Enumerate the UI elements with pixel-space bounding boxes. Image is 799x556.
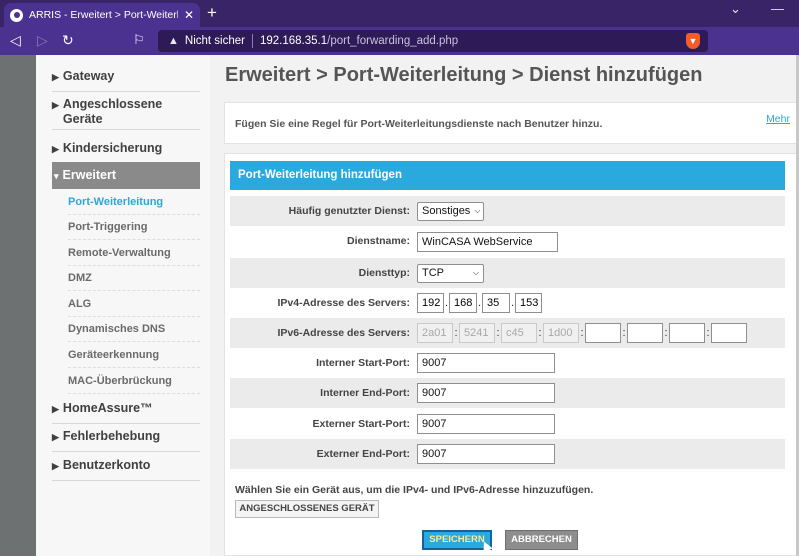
reload-icon[interactable]: ↻ bbox=[62, 32, 74, 49]
row-external-start-port: Externer Start-Port: 9007 bbox=[230, 409, 785, 439]
tab-title: ARRIS - Erweitert > Port-Weiterle bbox=[29, 9, 178, 21]
ipv4-label: IPv4-Adresse des Servers: bbox=[277, 297, 411, 309]
port-forwarding-form: Port-Weiterleitung hinzufügen Häufig gen… bbox=[224, 153, 799, 556]
row-service-type: Diensttyp: TCP ⌵ bbox=[230, 258, 785, 288]
ipv6-label: IPv6-Adresse des Servers: bbox=[277, 327, 411, 339]
service-name-input[interactable]: WinCASA WebService bbox=[417, 232, 558, 252]
sidebar-subitem-dynamic-dns[interactable]: Dynamisches DNS bbox=[68, 323, 200, 342]
brave-shield-icon[interactable]: ▼ bbox=[686, 33, 700, 49]
ipv6-segment-1: 2a01 bbox=[417, 323, 453, 343]
row-common-service: Häufig genutzter Dienst: Sonstiges ⌵ bbox=[230, 196, 785, 226]
external-start-port-label: Externer Start-Port: bbox=[312, 418, 410, 430]
ipv6-field: 2a01:5241: c45:1d00:::: bbox=[417, 323, 747, 343]
ipv4-octet-4[interactable]: 153 bbox=[515, 293, 542, 313]
sidebar-item-parental-control[interactable]: ▶ Kindersicherung bbox=[52, 140, 200, 163]
ipv4-octet-1[interactable]: 192 bbox=[417, 293, 444, 313]
device-hint-text: Wählen Sie ein Gerät aus, um die IPv4- u… bbox=[235, 484, 594, 496]
row-ipv4: IPv4-Adresse des Servers: 192. 168. 35. 153 bbox=[230, 288, 785, 318]
sidebar-item-user-account[interactable]: ▶ Benutzerkonto bbox=[52, 457, 200, 481]
sidebar-item-connected-devices[interactable]: ▶ Angeschlossene Geräte bbox=[52, 97, 200, 130]
internal-start-port-input[interactable]: 9007 bbox=[417, 353, 555, 373]
tab-close-icon[interactable]: ✕ bbox=[184, 8, 194, 22]
ipv6-segment-4: 1d00 bbox=[543, 323, 579, 343]
ipv6-segment-8[interactable] bbox=[711, 323, 747, 343]
ipv4-field: 192. 168. 35. 153 bbox=[417, 293, 542, 313]
ipv6-segment-2: 5241 bbox=[459, 323, 495, 343]
page-left-margin bbox=[0, 55, 36, 556]
url-path: /port_forwarding_add.php bbox=[327, 35, 459, 47]
browser-toolbar: ◁ ▷ ↻ ⚐ ▲ Nicht sicher 192.168.35.1 /por… bbox=[0, 27, 799, 55]
chevron-right-icon: ▶ bbox=[52, 432, 59, 442]
sidebar-item-troubleshooting[interactable]: ▶ Fehlerbehebung bbox=[52, 428, 200, 452]
url-separator bbox=[251, 34, 253, 48]
url-host: 192.168.35.1 bbox=[259, 35, 328, 47]
browser-tab[interactable]: ARRIS - Erweitert > Port-Weiterle ✕ bbox=[4, 3, 200, 27]
internal-end-port-input[interactable]: 9007 bbox=[417, 383, 555, 403]
internal-end-port-label: Interner End-Port: bbox=[320, 387, 410, 399]
ipv6-segment-6[interactable] bbox=[627, 323, 663, 343]
common-service-select[interactable]: Sonstiges ⌵ bbox=[417, 201, 484, 221]
row-service-name: Dienstname: WinCASA WebService bbox=[230, 226, 785, 256]
chevron-right-icon: ▶ bbox=[52, 100, 59, 110]
chevron-down-icon: ⌵ bbox=[474, 206, 481, 215]
ipv6-segment-7[interactable] bbox=[669, 323, 705, 343]
bookmark-icon[interactable]: ⚐ bbox=[133, 32, 145, 48]
info-text: Fügen Sie eine Regel für Port-Weiterleit… bbox=[235, 118, 603, 130]
cancel-button[interactable]: ABBRECHEN bbox=[505, 530, 578, 550]
ipv4-octet-3[interactable]: 35 bbox=[482, 293, 510, 313]
sidebar-subitem-port-forwarding[interactable]: Port-Weiterleitung bbox=[68, 196, 200, 215]
ipv6-segment-5[interactable] bbox=[585, 323, 621, 343]
minimize-icon[interactable]: — bbox=[771, 1, 784, 16]
info-box: Fügen Sie eine Regel für Port-Weiterleit… bbox=[224, 102, 799, 144]
chevron-right-icon: ▶ bbox=[52, 72, 59, 82]
ipv6-segment-3: c45 bbox=[501, 323, 537, 343]
page-title: Erweitert > Port-Weiterleitung > Dienst … bbox=[225, 64, 703, 86]
row-internal-start-port: Interner Start-Port: 9007 bbox=[230, 348, 785, 378]
sidebar-item-homeassure[interactable]: ▶ HomeAssure™ bbox=[52, 400, 200, 424]
chevron-down-icon[interactable]: ⌄ bbox=[730, 1, 741, 17]
external-start-port-input[interactable]: 9007 bbox=[417, 414, 555, 434]
sidebar-item-advanced[interactable]: ▾ Erweitert bbox=[52, 162, 200, 189]
arris-favicon-icon bbox=[10, 8, 23, 22]
security-label: Nicht sicher bbox=[184, 35, 245, 47]
new-tab-button[interactable]: + bbox=[207, 3, 217, 23]
chevron-right-icon: ▶ bbox=[52, 461, 59, 471]
service-name-label: Dienstname: bbox=[346, 235, 410, 247]
more-link[interactable]: Mehr bbox=[766, 113, 790, 125]
sidebar-subitem-mac-bridging[interactable]: MAC-Überbrückung bbox=[68, 375, 200, 394]
external-end-port-label: Externer End-Port: bbox=[316, 448, 410, 460]
sidebar-subitem-port-triggering[interactable]: Port-Triggering bbox=[68, 221, 200, 240]
chevron-down-icon: ▾ bbox=[54, 171, 59, 181]
ipv4-octet-2[interactable]: 168 bbox=[449, 293, 477, 313]
chevron-down-icon: ⌵ bbox=[472, 268, 479, 277]
row-internal-end-port: Interner End-Port: 9007 bbox=[230, 378, 785, 408]
external-end-port-input[interactable]: 9007 bbox=[417, 444, 555, 464]
service-type-select[interactable]: TCP ⌵ bbox=[417, 263, 484, 283]
row-external-end-port: Externer End-Port: 9007 bbox=[230, 439, 785, 469]
forward-icon[interactable]: ▷ bbox=[37, 32, 48, 49]
chevron-right-icon: ▶ bbox=[52, 404, 59, 414]
sidebar: ▶ Gateway ▶ Angeschlossene Geräte ▶ Kinders… bbox=[36, 55, 210, 556]
sidebar-subitem-remote-management[interactable]: Remote-Verwaltung bbox=[68, 247, 200, 266]
connected-device-button[interactable]: ANGESCHLOSSENES GERÄT bbox=[235, 500, 379, 518]
sidebar-item-gateway[interactable]: ▶ Gateway bbox=[52, 68, 200, 92]
chevron-right-icon: ▶ bbox=[52, 144, 59, 154]
internal-start-port-label: Interner Start-Port: bbox=[316, 357, 410, 369]
sidebar-subitem-alg[interactable]: ALG bbox=[68, 298, 200, 317]
main-content: Erweitert > Port-Weiterleitung > Dienst … bbox=[210, 55, 799, 556]
warning-icon: ▲ bbox=[168, 35, 179, 47]
sidebar-subitem-dmz[interactable]: DMZ bbox=[68, 272, 200, 291]
address-bar[interactable]: ▲ Nicht sicher 192.168.35.1 /port_forwar… bbox=[158, 30, 708, 52]
sidebar-subitem-device-discovery[interactable]: Geräteerkennung bbox=[68, 349, 200, 368]
common-service-label: Häufig genutzter Dienst: bbox=[288, 205, 410, 217]
service-type-label: Diensttyp: bbox=[358, 267, 410, 279]
row-ipv6: IPv6-Adresse des Servers: 2a01:5241: c45:… bbox=[230, 318, 785, 348]
form-header: Port-Weiterleitung hinzufügen bbox=[230, 161, 785, 190]
browser-tab-bar: ARRIS - Erweitert > Port-Weiterle ✕ + ⌄ … bbox=[0, 0, 799, 27]
back-icon[interactable]: ◁ bbox=[10, 32, 21, 49]
